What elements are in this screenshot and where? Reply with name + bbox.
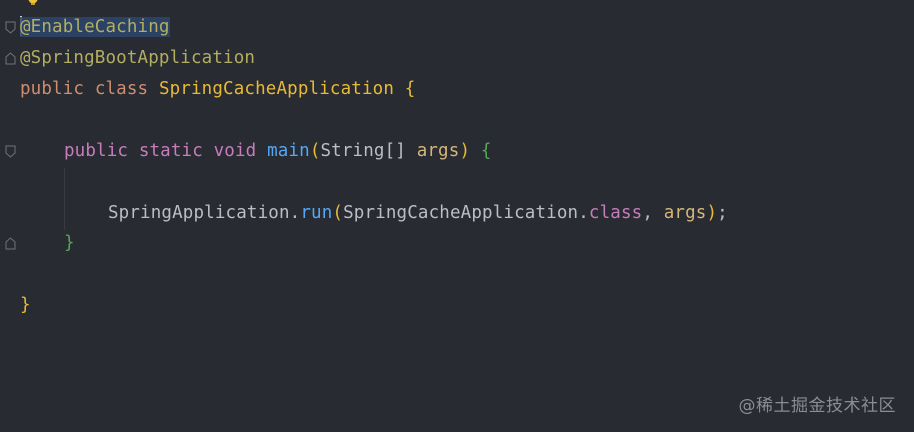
arg-class: SpringCacheApplication [343,203,579,223]
code-editor[interactable]: @EnableCaching @SpringBootApplication pu… [0,0,914,432]
class-ref: SpringApplication [108,203,290,223]
method-call: run [300,203,333,223]
fold-marker-icon[interactable] [5,237,16,250]
comma: , [642,203,664,223]
fold-marker-icon[interactable] [5,21,16,34]
keyword-static: static [138,141,203,161]
open-brace: { [480,141,492,161]
paren-open: ( [309,141,321,161]
indent-guide [64,168,65,230]
fold-marker-icon[interactable] [5,52,16,65]
lightbulb-icon[interactable] [27,0,39,6]
dot: . [289,203,301,223]
param-name: args [416,141,460,161]
code-line-2[interactable]: @SpringBootApplication [20,43,255,73]
open-brace: { [404,79,416,99]
code-line-7[interactable]: SpringApplication.run(SpringCacheApplica… [108,198,728,228]
method-name: main [267,141,310,161]
annotation-enable-caching: @EnableCaching [20,17,170,37]
code-line-1[interactable]: @EnableCaching [20,12,170,42]
close-brace: } [20,295,31,315]
code-line-5[interactable]: public static void main(String[] args) { [64,136,492,166]
semicolon: ; [717,203,728,223]
annotation-spring-boot-application: @SpringBootApplication [20,48,256,68]
close-brace: } [64,233,75,253]
keyword-public: public [64,141,129,161]
code-line-8[interactable]: } [64,228,75,258]
keyword-class: class [94,79,149,99]
watermark: @稀土掘金技术社区 [738,396,896,416]
code-line-3[interactable]: public class SpringCacheApplication { [20,74,415,104]
dot: . [578,203,589,223]
paren-close: ) [706,203,718,223]
keyword-void: void [213,141,257,161]
code-line-10[interactable]: } [20,290,31,320]
arg-name: args [663,203,707,223]
paren-open: ( [332,203,344,223]
param-type: String[] [320,141,406,161]
keyword-public: public [20,79,85,99]
fold-marker-icon[interactable] [5,145,16,158]
paren-close: ) [459,141,471,161]
class-name: SpringCacheApplication [158,79,395,99]
keyword-class: class [588,203,643,223]
